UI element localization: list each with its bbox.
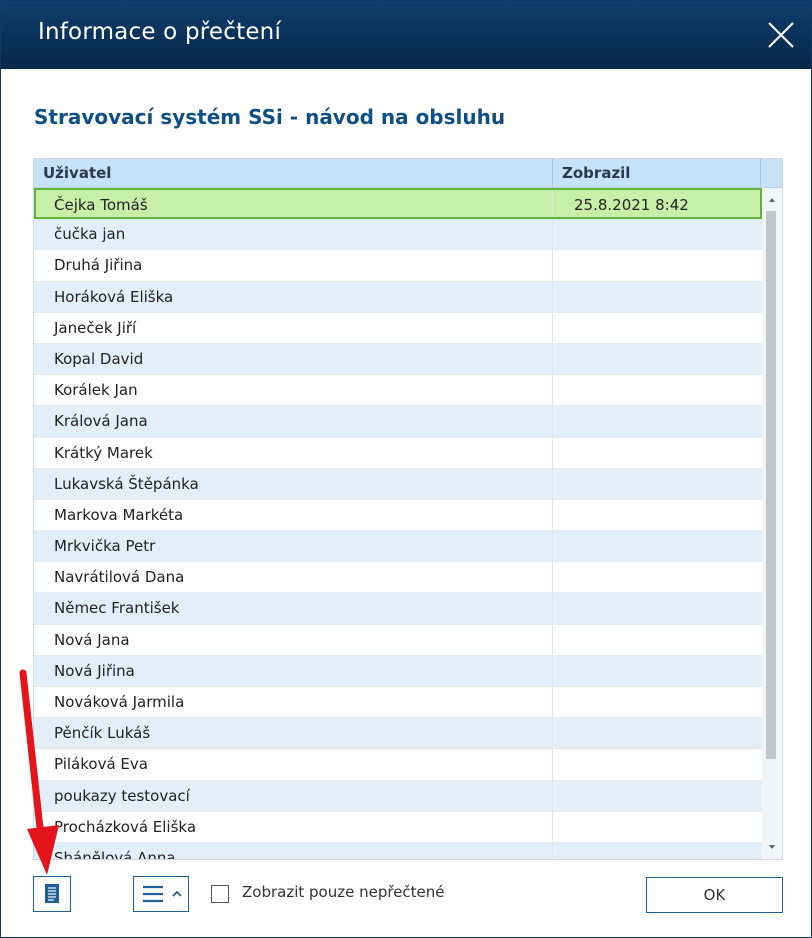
table-row[interactable]: Procházková Eliška [34, 811, 762, 843]
cell-divider [552, 499, 553, 531]
vertical-scrollbar[interactable] [762, 188, 782, 859]
cell-user: Navrátilová Dana [54, 568, 185, 587]
cell-user: Nová Jiřina [54, 661, 135, 680]
table-row[interactable]: Krátký Marek [34, 437, 762, 469]
table-row[interactable]: Mrkvička Petr [34, 531, 762, 563]
cell-divider [552, 624, 553, 655]
cell-divider [552, 562, 553, 593]
table-row[interactable]: Druhá Jiřina [34, 250, 762, 282]
show-unread-only-label[interactable]: Zobrazit pouze nepřečtené [242, 883, 445, 901]
column-header-shown[interactable]: Zobrazil [562, 159, 630, 187]
table-row[interactable]: čučka jan [34, 219, 762, 251]
cell-divider [552, 780, 553, 811]
cell-user: čučka jan [54, 225, 126, 244]
hamburger-menu-icon [143, 885, 163, 903]
cell-user: Korálek Jan [54, 381, 138, 400]
cell-divider [552, 811, 553, 842]
cell-user: Nová Jana [54, 630, 130, 649]
table-row[interactable]: Pěnčík Lukáš [34, 718, 762, 750]
table-row[interactable]: Nováková Jarmila [34, 687, 762, 719]
cell-user: Čejka Tomáš [54, 196, 148, 214]
dialog-window: Informace o přečtení Stravovací systém S… [0, 0, 812, 938]
readers-table: Uživatel Zobrazil Čejka Tomáš 25.8.2021 8… [33, 158, 783, 860]
cell-divider [552, 593, 553, 624]
cell-user: Pěnčík Lukáš [54, 724, 151, 743]
table-row[interactable]: Piláková Eva [34, 749, 762, 781]
table-header: Uživatel Zobrazil [34, 159, 782, 188]
window-title: Informace o přečtení [38, 19, 282, 45]
table-row[interactable]: Králová Jana [34, 406, 762, 438]
scroll-up-button[interactable] [762, 188, 782, 210]
scroll-up-arrow-icon [769, 198, 775, 202]
table-row[interactable]: Horáková Eliška [34, 281, 762, 313]
scroll-down-button[interactable] [762, 837, 782, 859]
cell-divider [552, 655, 553, 686]
table-row[interactable]: Nová Jiřina [34, 655, 762, 687]
scroll-down-arrow-icon [769, 845, 775, 849]
column-divider [760, 159, 761, 187]
document-button[interactable] [33, 876, 71, 912]
table-row[interactable]: Navrátilová Dana [34, 562, 762, 594]
cell-user: Piláková Eva [54, 755, 148, 774]
cell-user: Druhá Jiřina [54, 256, 143, 275]
cell-user: Lukavská Štěpánka [54, 474, 199, 493]
cell-user: Procházková Eliška [54, 817, 197, 836]
table-row[interactable]: Čejka Tomáš 25.8.2021 8:42 [34, 188, 762, 220]
column-header-user[interactable]: Uživatel [43, 159, 111, 187]
cell-user: Janeček Jiří [54, 318, 137, 337]
cell-divider [552, 312, 553, 343]
table-row[interactable]: Sháněl​ová Anna [34, 842, 762, 860]
table-row[interactable]: Markova Markéta [34, 499, 762, 532]
show-unread-only-checkbox[interactable] [211, 885, 229, 903]
cell-user: Markova Markéta [54, 505, 184, 524]
table-row[interactable]: poukazy testovací [34, 780, 762, 812]
menu-dropdown-button[interactable] [133, 876, 189, 912]
cell-divider [552, 437, 553, 468]
cell-user: Horáková Eliška [54, 287, 174, 306]
table-body: Čejka Tomáš 25.8.2021 8:42 čučka jan Druhá … [34, 188, 762, 860]
chevron-up-icon [172, 890, 182, 897]
cell-user: Sháněl​ová Anna [54, 848, 176, 860]
cell-divider [552, 281, 553, 312]
cell-divider [552, 842, 553, 859]
cell-divider [552, 219, 553, 250]
cell-divider [552, 468, 553, 499]
document-icon [45, 884, 59, 903]
table-row[interactable]: Janeček Jiří [34, 312, 762, 344]
cell-user: Němec František [54, 599, 180, 618]
cell-user: poukazy testovací [54, 786, 190, 805]
table-row[interactable]: Kopal David [34, 343, 762, 376]
column-divider [552, 159, 553, 187]
table-row[interactable]: Korálek Jan [34, 375, 762, 407]
document-title: Stravovací systém SSi - návod na obsluhu [34, 105, 506, 129]
close-button[interactable] [759, 15, 803, 55]
cell-user: Krátký Marek [54, 443, 153, 462]
cell-divider [552, 687, 553, 718]
cell-divider [552, 343, 553, 375]
cell-divider [552, 749, 553, 780]
cell-divider [552, 718, 553, 749]
cell-divider [552, 406, 553, 437]
cell-user: Králová Jana [54, 412, 148, 431]
cell-divider [552, 250, 553, 281]
table-row[interactable]: Lukavská Štěpánka [34, 468, 762, 500]
cell-shown: 25.8.2021 8:42 [574, 196, 689, 214]
close-icon [768, 22, 794, 48]
cell-user: Nováková Jarmila [54, 693, 185, 711]
cell-user: Kopal David [54, 349, 144, 368]
cell-divider [552, 531, 553, 562]
title-bar: Informace o přečtení [1, 1, 811, 69]
cell-user: Mrkvička Petr [54, 537, 156, 556]
cell-divider [552, 375, 553, 406]
ok-button[interactable]: OK [646, 877, 783, 913]
table-row[interactable]: Němec František [34, 593, 762, 625]
table-row[interactable]: Nová Jana [34, 624, 762, 656]
scrollbar-thumb[interactable] [766, 211, 776, 759]
cell-divider [552, 190, 553, 218]
